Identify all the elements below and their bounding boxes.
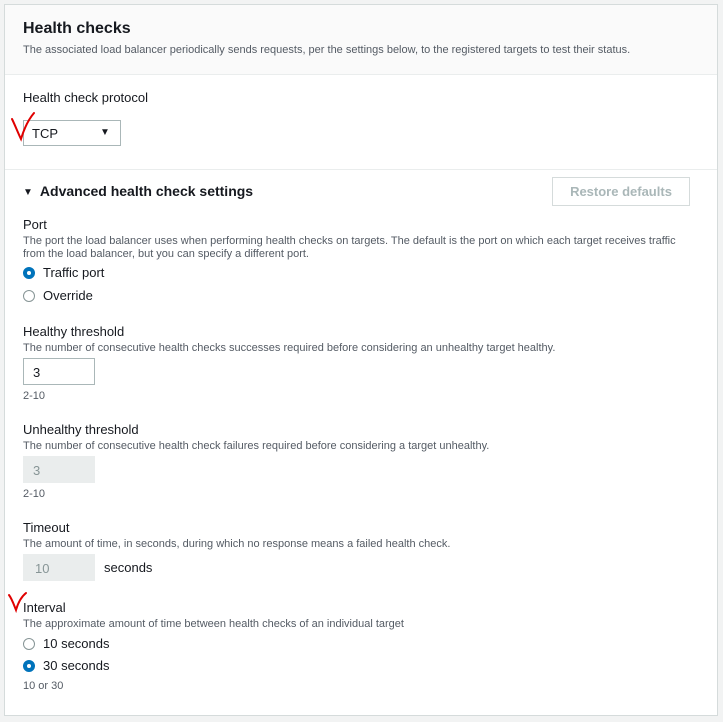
healthy-threshold-label: Healthy threshold [23, 324, 125, 339]
timeout-value: 10 [35, 561, 50, 576]
panel-header: Health checks The associated load balanc… [5, 5, 717, 75]
caret-down-icon: ▼ [100, 127, 110, 138]
unhealthy-threshold-description: The number of consecutive health check f… [23, 440, 490, 452]
caret-down-icon: ▼ [23, 187, 33, 198]
healthy-threshold-hint: 2-10 [23, 390, 46, 402]
interval-option-label: 10 seconds [43, 636, 110, 651]
panel-subtitle: The associated load balancer periodicall… [23, 44, 631, 56]
interval-option-30-seconds[interactable]: 30 seconds [23, 658, 110, 673]
timeout-description: The amount of time, in seconds, during w… [23, 538, 451, 550]
healthy-threshold-description: The number of consecutive health checks … [23, 342, 556, 354]
port-description: The port the load balancer uses when per… [23, 235, 676, 260]
protocol-label: Health check protocol [23, 90, 149, 105]
interval-option-10-seconds[interactable]: 10 seconds [23, 636, 110, 651]
port-label: Port [23, 217, 47, 232]
health-checks-panel: Health checks The associated load balanc… [4, 4, 718, 716]
interval-description: The approximate amount of time between h… [23, 618, 404, 630]
advanced-settings-label: Advanced health check settings [39, 183, 254, 199]
port-option-label: Override [43, 288, 93, 303]
interval-label: Interval [23, 600, 66, 615]
healthy-threshold-value: 3 [33, 365, 41, 380]
red-checkmark-icon [8, 592, 27, 613]
advanced-settings-toggle[interactable]: ▼ Advanced health check settings [23, 183, 253, 199]
timeout-unit: seconds [104, 560, 153, 575]
timeout-label: Timeout [23, 520, 70, 535]
healthy-threshold-input[interactable]: 3 [23, 358, 95, 385]
radio-selected-icon[interactable] [23, 660, 35, 672]
interval-hint: 10 or 30 [23, 680, 64, 692]
unhealthy-threshold-value: 3 [33, 463, 41, 478]
panel-title: Health checks [23, 20, 131, 37]
red-checkmark-icon [11, 112, 35, 142]
port-option-label: Traffic port [43, 265, 105, 280]
port-option-override[interactable]: Override [23, 288, 93, 303]
radio-selected-icon[interactable] [23, 267, 35, 279]
port-description-line1: The port the load balancer uses when per… [23, 235, 676, 247]
unhealthy-threshold-label: Unhealthy threshold [23, 422, 139, 437]
interval-option-label: 30 seconds [43, 658, 110, 673]
radio-unselected-icon[interactable] [23, 290, 35, 302]
port-description-line2: from the load balancer, but you can spec… [23, 247, 309, 260]
radio-unselected-icon[interactable] [23, 638, 35, 650]
unhealthy-threshold-hint: 2-10 [23, 488, 46, 500]
protocol-select[interactable]: TCP ▼ [23, 120, 121, 146]
restore-defaults-button[interactable]: Restore defaults [552, 177, 690, 206]
section-divider [5, 169, 717, 170]
unhealthy-threshold-input: 3 [23, 456, 95, 483]
port-option-traffic-port[interactable]: Traffic port [23, 265, 104, 280]
timeout-input: 10 [23, 554, 95, 581]
